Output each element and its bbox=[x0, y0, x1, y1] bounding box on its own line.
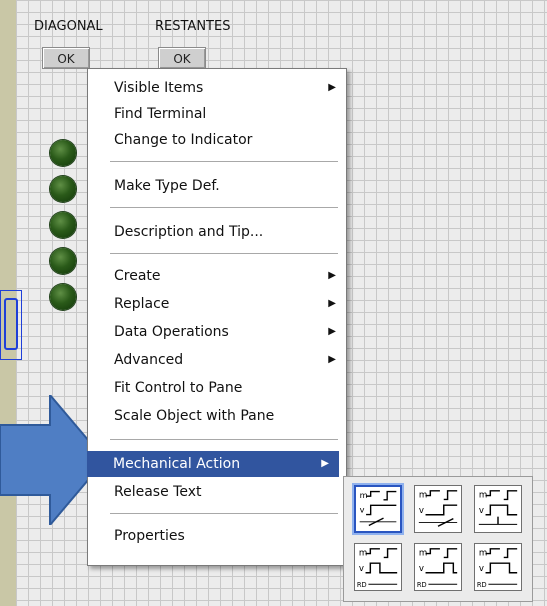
menu-item-find-terminal[interactable]: Find Terminal bbox=[88, 101, 346, 127]
menu-item-description-and-tip[interactable]: Description and Tip... bbox=[88, 219, 346, 245]
menu-item-label: Release Text bbox=[114, 484, 202, 500]
switch-when-released-icon[interactable]: m v bbox=[414, 485, 462, 533]
diagonal-ok-button[interactable]: OK bbox=[42, 47, 90, 69]
menu-item-release-text[interactable]: Release Text bbox=[88, 479, 346, 505]
menu-item-data-operations[interactable]: Data Operations ▶ bbox=[88, 319, 346, 345]
menu-item-mechanical-action[interactable]: Mechanical Action ▶ bbox=[87, 451, 339, 477]
menu-item-label: Replace bbox=[114, 296, 170, 312]
menu-item-label: Fit Control to Pane bbox=[114, 380, 243, 396]
menu-separator bbox=[110, 513, 338, 514]
menu-item-label: Properties bbox=[114, 528, 185, 544]
submenu-arrow-icon: ▶ bbox=[328, 82, 336, 93]
menu-item-label: Scale Object with Pane bbox=[114, 408, 275, 424]
submenu-arrow-icon: ▶ bbox=[328, 270, 336, 281]
svg-text:v: v bbox=[360, 505, 365, 515]
svg-text:v: v bbox=[419, 506, 424, 516]
context-menu: Visible Items ▶ Find Terminal Change to I… bbox=[87, 68, 347, 566]
menu-item-label: Make Type Def. bbox=[114, 178, 220, 194]
switch-until-released-icon[interactable]: m v bbox=[474, 485, 522, 533]
submenu-arrow-icon: ▶ bbox=[328, 326, 336, 337]
menu-separator bbox=[110, 253, 338, 254]
svg-text:m: m bbox=[360, 490, 368, 500]
restantes-label: RESTANTES bbox=[155, 19, 231, 34]
latch-when-released-icon[interactable]: m v RD bbox=[414, 543, 462, 591]
menu-item-create[interactable]: Create ▶ bbox=[88, 263, 346, 289]
menu-item-fit-control-to-pane[interactable]: Fit Control to Pane bbox=[88, 375, 346, 401]
submenu-arrow-icon: ▶ bbox=[328, 298, 336, 309]
menu-item-label: Description and Tip... bbox=[114, 224, 264, 240]
menu-item-replace[interactable]: Replace ▶ bbox=[88, 291, 346, 317]
menu-item-make-type-def[interactable]: Make Type Def. bbox=[88, 173, 346, 199]
menu-item-visible-items[interactable]: Visible Items ▶ bbox=[88, 75, 346, 101]
latch-when-pressed-icon[interactable]: m v RD bbox=[354, 543, 402, 591]
menu-item-scale-object-with-pane[interactable]: Scale Object with Pane bbox=[88, 403, 346, 429]
menu-separator bbox=[110, 207, 338, 208]
restantes-ok-button[interactable]: OK bbox=[158, 47, 206, 69]
mechanical-action-palette: m v m v m v m v RD m v RD m v RD bbox=[343, 476, 533, 602]
menu-item-label: Change to Indicator bbox=[114, 132, 253, 148]
menu-item-label: Data Operations bbox=[114, 324, 229, 340]
submenu-arrow-icon: ▶ bbox=[328, 354, 336, 365]
svg-text:v: v bbox=[419, 564, 424, 574]
led-indicator-5[interactable] bbox=[50, 284, 76, 310]
menu-item-label: Visible Items bbox=[114, 80, 204, 96]
menu-item-properties[interactable]: Properties bbox=[88, 523, 346, 549]
menu-item-advanced[interactable]: Advanced ▶ bbox=[88, 347, 346, 373]
svg-text:RD: RD bbox=[477, 581, 487, 589]
svg-text:v: v bbox=[359, 564, 364, 574]
switch-when-pressed-icon[interactable]: m v bbox=[354, 485, 402, 533]
menu-separator bbox=[110, 161, 338, 162]
menu-item-label: Create bbox=[114, 268, 161, 284]
submenu-arrow-icon: ▶ bbox=[321, 458, 329, 469]
menu-item-label: Mechanical Action bbox=[113, 456, 241, 472]
led-indicator-2[interactable] bbox=[50, 176, 76, 202]
menu-separator bbox=[110, 439, 338, 440]
svg-text:RD: RD bbox=[357, 581, 367, 589]
menu-item-label: Advanced bbox=[114, 352, 184, 368]
diagonal-label: DIAGONAL bbox=[34, 19, 103, 34]
led-indicator-3[interactable] bbox=[50, 212, 76, 238]
svg-text:v: v bbox=[479, 564, 484, 574]
svg-text:RD: RD bbox=[417, 581, 427, 589]
latch-until-released-icon[interactable]: m v RD bbox=[474, 543, 522, 591]
menu-item-label: Find Terminal bbox=[114, 106, 207, 122]
led-indicator-1[interactable] bbox=[50, 140, 76, 166]
blue-terminal-icon bbox=[4, 298, 18, 350]
led-indicator-4[interactable] bbox=[50, 248, 76, 274]
svg-text:v: v bbox=[479, 506, 484, 516]
menu-item-change-to-indicator[interactable]: Change to Indicator bbox=[88, 127, 346, 153]
